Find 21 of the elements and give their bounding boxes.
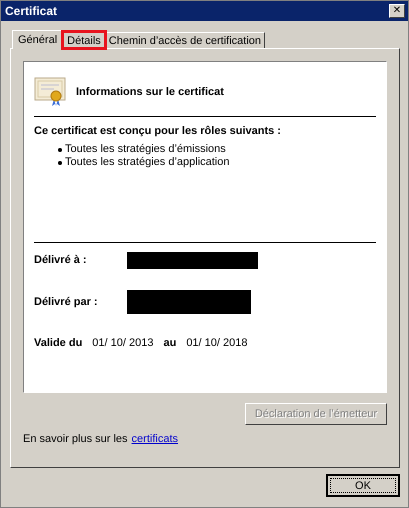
role-item: Toutes les stratégies d’application xyxy=(65,156,230,169)
certificates-link[interactable]: certificats xyxy=(132,433,178,445)
certificate-icon xyxy=(34,77,66,107)
section-heading: Informations sur le certificat xyxy=(76,86,224,98)
field-label: Délivré à : xyxy=(34,254,88,266)
tab[interactable]: Général xyxy=(12,30,64,49)
field-label: au xyxy=(163,337,176,349)
date-text: 01/ 10/ 2018 xyxy=(186,337,248,349)
tab[interactable]: Détails xyxy=(63,32,105,48)
tab[interactable]: Chemin d’accès de certification xyxy=(104,32,266,48)
window-title: Certificat xyxy=(5,4,58,18)
date-text: 01/ 10/ 2013 xyxy=(92,337,154,349)
roles-heading: Ce certificat est conçu pour les rôles suivants : xyxy=(34,125,282,137)
learn-more-text: En savoir plus sur les xyxy=(23,433,128,445)
field-label: Délivré par : xyxy=(34,296,99,308)
close-button[interactable]: ✕ xyxy=(389,4,405,18)
role-item: Toutes les stratégies d’émissions xyxy=(65,143,226,156)
bullet-icon xyxy=(58,148,62,152)
ok-button[interactable]: OK xyxy=(326,474,400,497)
field-label: Valide du xyxy=(34,337,82,349)
bullet-icon xyxy=(58,160,62,164)
